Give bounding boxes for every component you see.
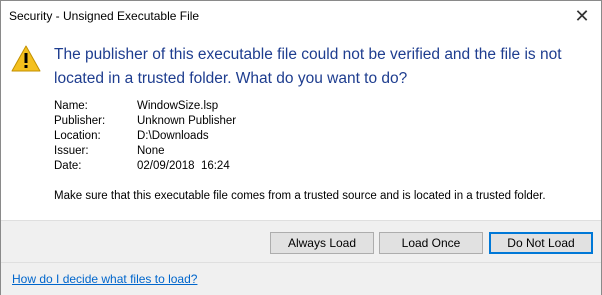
detail-label: Date:	[54, 160, 82, 172]
detail-label: Issuer:	[54, 145, 89, 157]
detail-value: WindowSize.lsp	[137, 100, 219, 112]
title-bar: Security - Unsigned Executable File ✕	[1, 1, 601, 32]
close-icon[interactable]: ✕	[567, 2, 597, 30]
detail-value: 02/09/2018 16:24	[137, 160, 230, 172]
detail-value: Unknown Publisher	[137, 115, 237, 127]
detail-value: None	[137, 145, 165, 157]
detail-row-name: Name: WindowSize.lsp	[54, 99, 236, 114]
warning-icon	[11, 45, 41, 72]
footer: How do I decide what files to load?	[1, 262, 601, 295]
help-link[interactable]: How do I decide what files to load?	[12, 272, 197, 286]
detail-value: D:\Downloads	[137, 130, 209, 142]
always-load-button[interactable]: Always Load	[270, 232, 374, 254]
do-not-load-button[interactable]: Do Not Load	[489, 232, 593, 254]
detail-row-date: Date: 02/09/2018 16:24	[54, 159, 236, 174]
button-bar: Always Load Load Once Do Not Load	[1, 220, 601, 262]
detail-row-issuer: Issuer: None	[54, 144, 236, 159]
security-dialog: Security - Unsigned Executable File ✕ Th…	[0, 0, 602, 295]
detail-row-location: Location: D:\Downloads	[54, 129, 236, 144]
detail-label: Name:	[54, 100, 88, 112]
detail-row-publisher: Publisher: Unknown Publisher	[54, 114, 236, 129]
load-once-button[interactable]: Load Once	[379, 232, 483, 254]
file-details: Name: WindowSize.lsp Publisher: Unknown …	[54, 99, 236, 174]
window-title: Security - Unsigned Executable File	[9, 9, 200, 23]
trust-note: Make sure that this executable file come…	[54, 190, 546, 202]
detail-label: Publisher:	[54, 115, 106, 127]
detail-label: Location:	[54, 130, 101, 142]
headline-message: The publisher of this executable file co…	[54, 46, 562, 87]
